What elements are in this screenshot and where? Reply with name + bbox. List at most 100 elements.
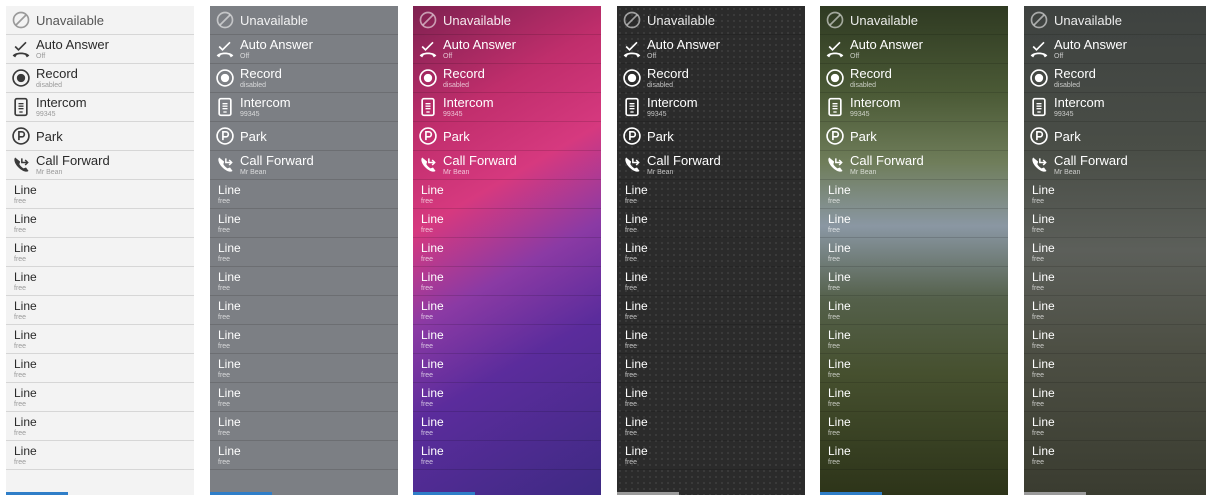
line-item[interactable]: Line free: [6, 296, 194, 325]
line-item[interactable]: Line free: [820, 238, 1008, 267]
intercom-item[interactable]: Intercom 99345: [617, 93, 805, 122]
line-item[interactable]: Line free: [617, 412, 805, 441]
line-item[interactable]: Line free: [210, 238, 398, 267]
line-item[interactable]: Line free: [617, 296, 805, 325]
line-item[interactable]: Line free: [210, 325, 398, 354]
line-item[interactable]: Line free: [210, 180, 398, 209]
call-forward-item[interactable]: Call Forward Mr Bean: [820, 151, 1008, 180]
line-item[interactable]: Line free: [617, 325, 805, 354]
auto-answer-item[interactable]: Auto Answer Off: [6, 35, 194, 64]
line-item[interactable]: Line free: [820, 180, 1008, 209]
line-item[interactable]: Line free: [820, 441, 1008, 470]
line-item[interactable]: Line free: [1024, 238, 1206, 267]
line-item[interactable]: Line free: [820, 383, 1008, 412]
line-item[interactable]: Line free: [413, 209, 601, 238]
line-label: Line: [828, 182, 851, 197]
line-item[interactable]: Line free: [820, 354, 1008, 383]
record-status: disabled: [1054, 82, 1081, 89]
line-item[interactable]: Line free: [413, 412, 601, 441]
line-item[interactable]: Line free: [1024, 209, 1206, 238]
line-item[interactable]: Line free: [6, 412, 194, 441]
park-item[interactable]: Park: [6, 122, 194, 151]
line-item[interactable]: Line free: [617, 209, 805, 238]
line-item[interactable]: Line free: [1024, 354, 1206, 383]
line-item[interactable]: Line free: [1024, 441, 1206, 470]
park-item[interactable]: Park: [210, 122, 398, 151]
park-item[interactable]: Park: [413, 122, 601, 151]
unavailable-item[interactable]: Unavailable: [413, 6, 601, 35]
auto-answer-item[interactable]: Auto Answer Off: [1024, 35, 1206, 64]
line-item[interactable]: Line free: [413, 354, 601, 383]
unavailable-item[interactable]: Unavailable: [6, 6, 194, 35]
line-item[interactable]: Line free: [820, 296, 1008, 325]
line-item[interactable]: Line free: [617, 267, 805, 296]
line-item[interactable]: Line free: [1024, 412, 1206, 441]
intercom-item[interactable]: Intercom 99345: [413, 93, 601, 122]
line-item[interactable]: Line free: [210, 296, 398, 325]
line-item[interactable]: Line free: [1024, 267, 1206, 296]
line-item[interactable]: Line free: [413, 325, 601, 354]
line-item[interactable]: Line free: [1024, 296, 1206, 325]
line-item[interactable]: Line free: [6, 267, 194, 296]
intercom-item[interactable]: Intercom 99345: [820, 93, 1008, 122]
call-forward-item[interactable]: Call Forward Mr Bean: [6, 151, 194, 180]
line-item[interactable]: Line free: [617, 180, 805, 209]
record-item[interactable]: Record disabled: [6, 64, 194, 93]
line-item[interactable]: Line free: [6, 209, 194, 238]
line-item[interactable]: Line free: [820, 267, 1008, 296]
record-item[interactable]: Record disabled: [617, 64, 805, 93]
line-item[interactable]: Line free: [413, 383, 601, 412]
line-item[interactable]: Line free: [413, 180, 601, 209]
line-item[interactable]: Line free: [210, 383, 398, 412]
line-item[interactable]: Line free: [210, 267, 398, 296]
park-item[interactable]: Park: [1024, 122, 1206, 151]
line-item[interactable]: Line free: [617, 354, 805, 383]
line-item[interactable]: Line free: [6, 354, 194, 383]
line-item[interactable]: Line free: [6, 441, 194, 470]
line-item[interactable]: Line free: [617, 238, 805, 267]
line-item[interactable]: Line free: [617, 383, 805, 412]
line-item[interactable]: Line free: [820, 325, 1008, 354]
line-item[interactable]: Line free: [617, 441, 805, 470]
line-item[interactable]: Line free: [1024, 383, 1206, 412]
record-item[interactable]: Record disabled: [413, 64, 601, 93]
record-item[interactable]: Record disabled: [820, 64, 1008, 93]
auto-answer-item[interactable]: Auto Answer Off: [820, 35, 1008, 64]
park-item[interactable]: Park: [617, 122, 805, 151]
line-item[interactable]: Line free: [210, 412, 398, 441]
line-item[interactable]: Line free: [820, 412, 1008, 441]
line-item[interactable]: Line free: [6, 383, 194, 412]
record-icon: [417, 67, 439, 89]
line-item[interactable]: Line free: [6, 180, 194, 209]
line-item[interactable]: Line free: [413, 441, 601, 470]
call-forward-item[interactable]: Call Forward Mr Bean: [617, 151, 805, 180]
line-item[interactable]: Line free: [6, 325, 194, 354]
line-item[interactable]: Line free: [820, 209, 1008, 238]
record-item[interactable]: Record disabled: [1024, 64, 1206, 93]
line-item[interactable]: Line free: [210, 209, 398, 238]
record-item[interactable]: Record disabled: [210, 64, 398, 93]
call-forward-item[interactable]: Call Forward Mr Bean: [1024, 151, 1206, 180]
intercom-item[interactable]: Intercom 99345: [210, 93, 398, 122]
line-item[interactable]: Line free: [413, 296, 601, 325]
park-item[interactable]: Park: [820, 122, 1008, 151]
auto-answer-item[interactable]: Auto Answer Off: [210, 35, 398, 64]
auto-answer-item[interactable]: Auto Answer Off: [413, 35, 601, 64]
unavailable-item[interactable]: Unavailable: [210, 6, 398, 35]
line-item[interactable]: Line free: [1024, 325, 1206, 354]
intercom-item[interactable]: Intercom 99345: [1024, 93, 1206, 122]
line-item[interactable]: Line free: [210, 441, 398, 470]
unavailable-item[interactable]: Unavailable: [1024, 6, 1206, 35]
unavailable-item[interactable]: Unavailable: [820, 6, 1008, 35]
auto-answer-item[interactable]: Auto Answer Off: [617, 35, 805, 64]
unavailable-item[interactable]: Unavailable: [617, 6, 805, 35]
line-item[interactable]: Line free: [1024, 180, 1206, 209]
line-item[interactable]: Line free: [210, 354, 398, 383]
line-item[interactable]: Line free: [413, 267, 601, 296]
line-label: Line: [14, 240, 37, 255]
call-forward-item[interactable]: Call Forward Mr Bean: [210, 151, 398, 180]
line-item[interactable]: Line free: [6, 238, 194, 267]
intercom-item[interactable]: Intercom 99345: [6, 93, 194, 122]
call-forward-item[interactable]: Call Forward Mr Bean: [413, 151, 601, 180]
line-item[interactable]: Line free: [413, 238, 601, 267]
